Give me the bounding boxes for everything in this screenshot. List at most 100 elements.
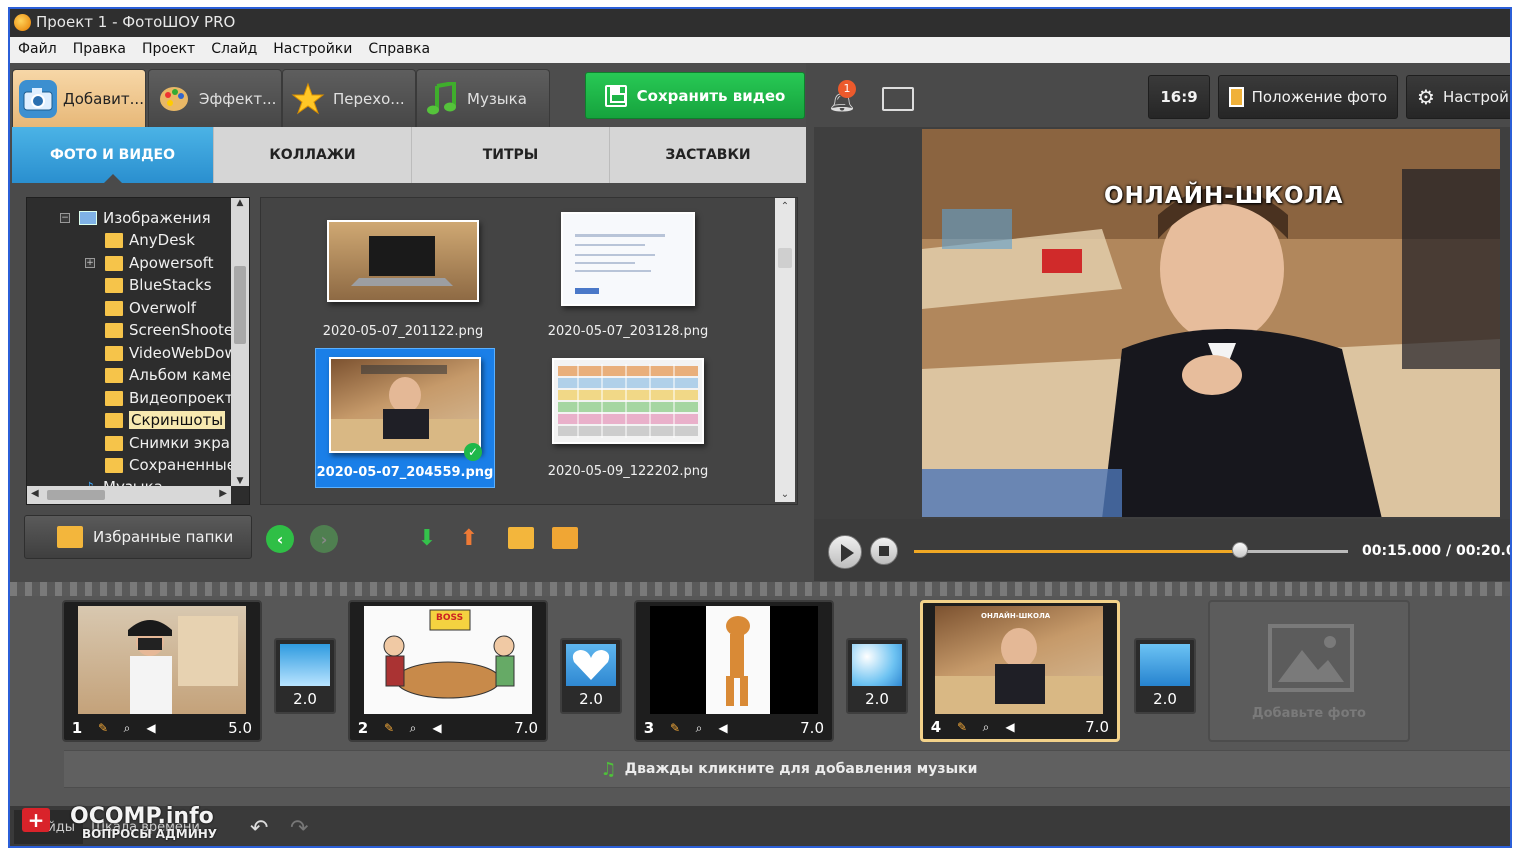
tree-item-videowebdownloader[interactable]: VideoWebDow bbox=[105, 342, 237, 364]
scroll-left-icon[interactable]: ◀ bbox=[31, 488, 39, 499]
speaker-icon[interactable]: ◀ bbox=[999, 718, 1021, 736]
menu-edit[interactable]: Правка bbox=[65, 37, 134, 63]
menu-slide[interactable]: Слайд bbox=[203, 37, 265, 63]
tab-music[interactable]: Музыка bbox=[416, 69, 550, 127]
tree-horizontal-scrollbar[interactable]: ◀ ▶ bbox=[27, 486, 231, 504]
scroll-up-icon[interactable]: ⌃ bbox=[775, 198, 795, 212]
scroll-up-icon[interactable]: ▲ bbox=[231, 198, 249, 208]
file-item[interactable]: 2020-05-07_203128.png bbox=[538, 210, 718, 350]
save-video-button[interactable]: Сохранить видео bbox=[585, 72, 805, 119]
tree-item-screenshots[interactable]: Скриншоты bbox=[105, 409, 226, 431]
play-button[interactable] bbox=[828, 535, 862, 569]
forward-arrow-icon[interactable]: › bbox=[310, 525, 338, 553]
transition-thumbnail bbox=[566, 644, 616, 686]
tab-transitions[interactable]: Перехо... bbox=[282, 69, 416, 127]
tree-item-camera-album[interactable]: Альбом камер bbox=[105, 364, 241, 386]
tree-label: VideoWebDow bbox=[129, 344, 237, 362]
speaker-icon[interactable]: ◀ bbox=[712, 719, 734, 737]
tab-add[interactable]: Добавит... bbox=[12, 69, 146, 127]
folder-to-project-icon[interactable] bbox=[550, 523, 580, 553]
slide-toolbar: 2 ✎ ⌕ ◀ 7.0 bbox=[350, 716, 546, 740]
move-up-icon[interactable]: ⬆ bbox=[454, 523, 484, 553]
subtab-photo-video[interactable]: ФОТО И ВИДЕО bbox=[12, 127, 214, 184]
menu-settings[interactable]: Настройки bbox=[265, 37, 360, 63]
redo-icon[interactable]: ↷ bbox=[290, 816, 308, 841]
slide-2[interactable]: BOSS 2 ✎ ⌕ ◀ 7.0 bbox=[348, 600, 548, 742]
files-vertical-scrollbar[interactable]: ⌃ ⌄ bbox=[775, 198, 795, 502]
play-icon bbox=[841, 544, 854, 562]
tree-item-saved[interactable]: Сохраненные bbox=[105, 454, 236, 476]
progress-track[interactable] bbox=[914, 542, 1348, 558]
subtab-titles[interactable]: ТИТРЫ bbox=[412, 127, 610, 183]
scroll-down-icon[interactable]: ▼ bbox=[231, 476, 249, 486]
add-photo-placeholder[interactable]: Добавьте фото bbox=[1208, 600, 1410, 742]
file-item[interactable]: 2020-05-09_122202.png bbox=[538, 348, 718, 488]
menu-project[interactable]: Проект bbox=[134, 37, 203, 63]
tab-effects[interactable]: Эффект... bbox=[148, 69, 282, 127]
zoom-icon[interactable]: ⌕ bbox=[688, 719, 710, 737]
expand-icon[interactable]: + bbox=[85, 258, 95, 268]
slide-duration[interactable]: 7.0 bbox=[1085, 718, 1109, 736]
stop-button[interactable] bbox=[870, 537, 898, 565]
tree-item-overwolf[interactable]: Overwolf bbox=[105, 297, 196, 319]
tree-item-bluestacks[interactable]: BlueStacks bbox=[105, 274, 212, 296]
subtab-collages[interactable]: КОЛЛАЖИ bbox=[214, 127, 412, 183]
slide-duration[interactable]: 7.0 bbox=[800, 719, 824, 737]
tree-label: ScreenShoote bbox=[129, 321, 234, 339]
move-down-icon[interactable]: ⬇ bbox=[412, 523, 442, 553]
add-folder-icon[interactable] bbox=[506, 523, 536, 553]
scroll-right-icon[interactable]: ▶ bbox=[219, 488, 227, 499]
slide-caption: ОНЛАЙН-ШКОЛА bbox=[981, 612, 1051, 620]
pencil-icon[interactable]: ✎ bbox=[951, 718, 973, 736]
subtab-intros[interactable]: ЗАСТАВКИ bbox=[610, 127, 806, 183]
tree-item-video-projects[interactable]: Видеопроекть bbox=[105, 387, 242, 409]
preview-panel: ОНЛАЙН-ШКОЛА bbox=[814, 127, 1510, 519]
scroll-down-icon[interactable]: ⌄ bbox=[775, 489, 795, 500]
aspect-ratio-button[interactable]: 16:9 bbox=[1148, 75, 1210, 119]
settings-label: Настройки bbox=[1442, 88, 1510, 106]
zoom-icon[interactable]: ⌕ bbox=[402, 719, 424, 737]
settings-button[interactable]: ⚙ Настройки bbox=[1406, 75, 1510, 119]
slide-duration[interactable]: 7.0 bbox=[514, 719, 538, 737]
zoom-icon[interactable]: ⌕ bbox=[116, 719, 138, 737]
tree-vertical-scrollbar[interactable]: ▲ ▼ bbox=[231, 198, 249, 486]
photo-position-button[interactable]: Положение фото bbox=[1218, 75, 1398, 119]
file-item[interactable]: 2020-05-07_201122.png bbox=[313, 210, 493, 350]
favorite-folders-button[interactable]: Избранные папки bbox=[24, 515, 252, 559]
transition-2[interactable]: 2.0 bbox=[560, 638, 622, 714]
file-item-selected[interactable]: ✓ 2020-05-07_204559.png bbox=[315, 348, 495, 488]
undo-icon[interactable]: ↶ bbox=[250, 816, 268, 841]
speaker-icon[interactable]: ◀ bbox=[140, 719, 162, 737]
slide-4[interactable]: ОНЛАЙН-ШКОЛА 4 ✎ ⌕ ◀ 7.0 bbox=[920, 600, 1120, 742]
back-arrow-icon[interactable]: ‹ bbox=[266, 525, 294, 553]
slide-1[interactable]: 1 ✎ ⌕ ◀ 5.0 bbox=[62, 600, 262, 742]
pencil-icon[interactable]: ✎ bbox=[92, 719, 114, 737]
tree-item-anydesk[interactable]: AnyDesk bbox=[105, 229, 195, 251]
scroll-thumb[interactable] bbox=[778, 248, 792, 268]
file-thumbnail bbox=[327, 220, 479, 302]
scroll-thumb[interactable] bbox=[234, 266, 246, 344]
pencil-icon[interactable]: ✎ bbox=[378, 719, 400, 737]
scroll-thumb[interactable] bbox=[47, 490, 105, 500]
slide-3[interactable]: 3 ✎ ⌕ ◀ 7.0 bbox=[634, 600, 834, 742]
collapse-icon[interactable]: − bbox=[60, 213, 70, 223]
transition-4[interactable]: 2.0 bbox=[1134, 638, 1196, 714]
zoom-icon[interactable]: ⌕ bbox=[975, 718, 997, 736]
progress-knob[interactable] bbox=[1231, 542, 1248, 558]
slide-duration[interactable]: 5.0 bbox=[228, 719, 252, 737]
menu-help[interactable]: Справка bbox=[360, 37, 438, 63]
menu-file[interactable]: Файл bbox=[10, 37, 65, 63]
transition-1[interactable]: 2.0 bbox=[274, 638, 336, 714]
transition-3[interactable]: 2.0 bbox=[846, 638, 908, 714]
tree-item-screenshooter[interactable]: ScreenShoote bbox=[105, 319, 233, 341]
file-name: 2020-05-07_203128.png bbox=[547, 324, 709, 339]
speaker-icon[interactable]: ◀ bbox=[426, 719, 448, 737]
folder-icon bbox=[105, 367, 123, 383]
music-track[interactable]: ♫ Дважды кликните для добавления музыки bbox=[64, 750, 1510, 788]
pencil-icon[interactable]: ✎ bbox=[664, 719, 686, 737]
photo-edit-icon[interactable] bbox=[882, 87, 914, 111]
preview-image[interactable]: ОНЛАЙН-ШКОЛА bbox=[922, 129, 1500, 517]
tree-item-screen-snapshots[interactable]: Снимки экран bbox=[105, 432, 240, 454]
tree-item-apowersoft[interactable]: Apowersoft bbox=[105, 252, 214, 274]
tree-root-images[interactable]: Изображения bbox=[79, 207, 211, 229]
